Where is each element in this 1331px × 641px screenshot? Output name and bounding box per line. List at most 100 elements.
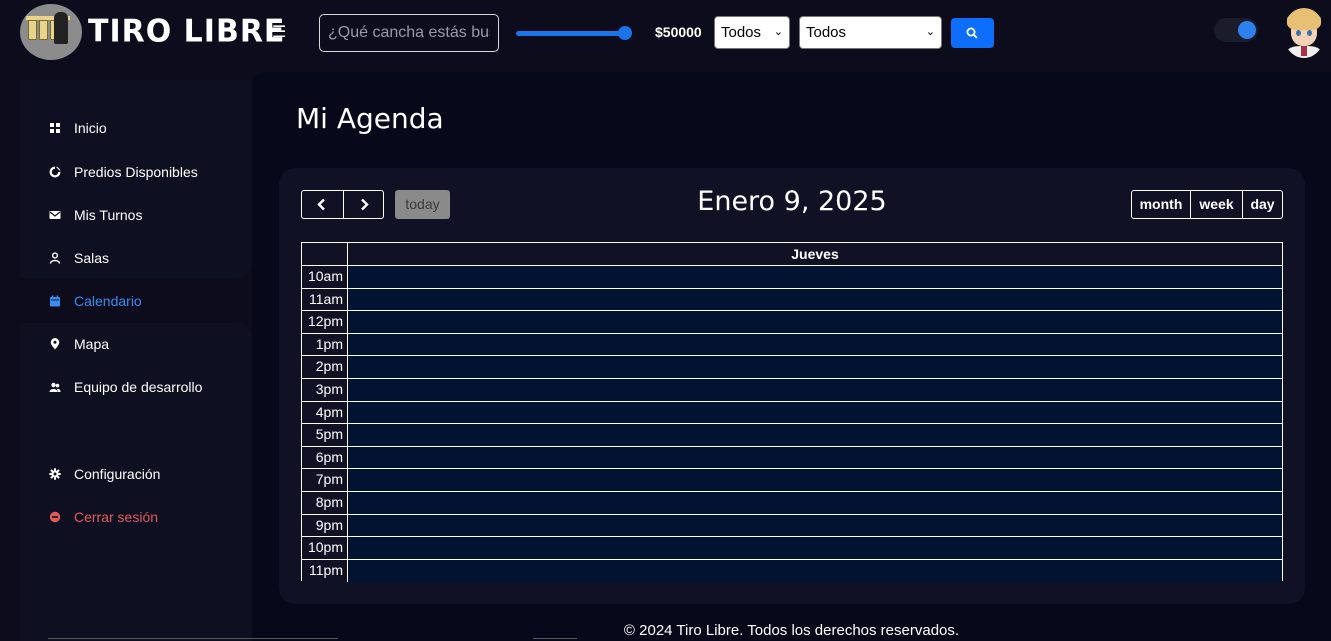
filter-select-one-value: Todos bbox=[721, 24, 762, 41]
sidebar-item-mis-turnos[interactable]: Mis Turnos bbox=[36, 197, 248, 233]
time-slot-label: 6pm bbox=[302, 446, 348, 469]
time-slot-label: 7pm bbox=[302, 469, 348, 491]
sidebar-item-inicio[interactable]: Inicio bbox=[36, 110, 248, 146]
time-slot-cell[interactable] bbox=[348, 537, 1282, 559]
time-slot-cell[interactable] bbox=[348, 311, 1282, 333]
main-content: Mi Agenda today Enero 9, 2025 month week… bbox=[252, 72, 1331, 641]
chevron-left-icon bbox=[317, 198, 325, 211]
calendar-nav-group bbox=[301, 190, 384, 219]
logo-player-silhouette bbox=[54, 12, 68, 44]
view-day-button[interactable]: day bbox=[1242, 191, 1282, 218]
calendar-view-switcher: month week day bbox=[1131, 190, 1283, 219]
next-button[interactable] bbox=[342, 191, 384, 218]
sidebar-item-calendario[interactable]: Calendario bbox=[36, 283, 248, 319]
time-slot-label: 12pm bbox=[302, 311, 348, 333]
time-slot-label: 9pm bbox=[302, 514, 348, 537]
search-input[interactable] bbox=[319, 14, 499, 52]
toggle-knob bbox=[1238, 21, 1256, 39]
hamburger-menu-icon[interactable]: ☰ bbox=[272, 22, 290, 44]
sidebar-item-predios[interactable]: Predios Disponibles bbox=[36, 154, 248, 190]
grid-header-row: Jueves bbox=[302, 243, 1282, 266]
sidebar-item-cerrar-sesion[interactable]: Cerrar sesión bbox=[36, 499, 248, 535]
time-slot-cell[interactable] bbox=[348, 559, 1282, 583]
sidebar-item-label: Mis Turnos bbox=[74, 207, 143, 223]
time-slot-row: 11pm bbox=[302, 559, 1282, 583]
brand-logo[interactable] bbox=[20, 4, 82, 60]
calendar-icon bbox=[50, 295, 60, 307]
time-slot-cell[interactable] bbox=[348, 469, 1282, 491]
sidebar-item-label: Predios Disponibles bbox=[74, 164, 198, 180]
time-slot-label: 3pm bbox=[302, 379, 348, 401]
top-header: TIRO LIBRE ☰ $50000 Todos ⌄ Todos ⌄ bbox=[0, 0, 1331, 68]
time-slot-row: 6pm bbox=[302, 446, 1282, 470]
footer-divider bbox=[48, 638, 338, 639]
time-slot-row: 2pm bbox=[302, 356, 1282, 379]
chevron-right-icon bbox=[360, 198, 369, 211]
avatar-hair bbox=[1287, 8, 1321, 30]
brand-name[interactable]: TIRO LIBRE bbox=[88, 13, 285, 50]
logo-goal-post bbox=[39, 20, 48, 40]
today-button[interactable]: today bbox=[395, 190, 450, 219]
time-slot-label: 11pm bbox=[302, 559, 348, 583]
time-slot-row: 7pm bbox=[302, 469, 1282, 492]
time-axis-header bbox=[302, 243, 348, 265]
search-icon bbox=[966, 27, 978, 39]
time-slot-cell[interactable] bbox=[348, 492, 1282, 514]
chevron-down-icon: ⌄ bbox=[773, 26, 783, 38]
time-slot-label: 11am bbox=[302, 288, 348, 311]
avatar-eye bbox=[1307, 30, 1312, 36]
time-slot-row: 11am bbox=[302, 288, 1282, 312]
time-slot-cell[interactable] bbox=[348, 333, 1282, 356]
time-slot-cell[interactable] bbox=[348, 379, 1282, 401]
grid-icon bbox=[50, 123, 60, 133]
time-slot-cell[interactable] bbox=[348, 288, 1282, 311]
sidebar-item-salas[interactable]: Salas bbox=[36, 240, 248, 276]
view-month-button[interactable]: month bbox=[1132, 191, 1190, 218]
sidebar-item-label: Configuración bbox=[74, 466, 161, 482]
sidebar-item-mapa[interactable]: Mapa bbox=[36, 326, 248, 362]
footer-divider bbox=[533, 638, 577, 639]
sidebar: Inicio Predios Disponibles Mis Turnos Sa… bbox=[0, 68, 252, 641]
sidebar-item-label: Calendario bbox=[74, 293, 142, 309]
time-slot-cell[interactable] bbox=[348, 401, 1282, 424]
slider-track bbox=[516, 31, 626, 36]
sidebar-item-label: Equipo de desarrollo bbox=[74, 379, 203, 395]
time-slot-row: 5pm bbox=[302, 424, 1282, 447]
slider-thumb[interactable] bbox=[618, 26, 632, 40]
sidebar-item-label: Salas bbox=[74, 250, 110, 266]
user-icon bbox=[49, 252, 61, 264]
map-pin-icon bbox=[50, 338, 60, 350]
user-avatar[interactable] bbox=[1283, 8, 1325, 58]
time-slot-row: 12pm bbox=[302, 311, 1282, 334]
logout-icon bbox=[49, 511, 61, 523]
price-range-slider[interactable] bbox=[516, 26, 634, 40]
filter-select-two[interactable]: Todos ⌄ bbox=[799, 16, 942, 49]
sidebar-item-label: Mapa bbox=[74, 336, 110, 352]
time-slot-row: 8pm bbox=[302, 492, 1282, 515]
time-slot-label: 10am bbox=[302, 266, 348, 288]
avatar-eye bbox=[1296, 30, 1301, 36]
time-slot-row: 1pm bbox=[302, 333, 1282, 357]
day-time-grid: Jueves 10am 11am 12pm 1pm 2pm 3pm 4pm 5pm 6pm 7pm… bbox=[301, 242, 1283, 583]
chevron-down-icon: ⌄ bbox=[925, 26, 935, 38]
time-slot-cell[interactable] bbox=[348, 514, 1282, 537]
theme-toggle[interactable] bbox=[1214, 18, 1258, 42]
search-button[interactable] bbox=[951, 18, 994, 48]
time-slot-row: 3pm bbox=[302, 379, 1282, 402]
time-slot-label: 5pm bbox=[302, 424, 348, 446]
price-value: $50000 bbox=[655, 24, 702, 40]
time-slot-cell[interactable] bbox=[348, 446, 1282, 469]
time-slot-row: 4pm bbox=[302, 401, 1282, 425]
logo-goal-post bbox=[28, 20, 37, 40]
time-slot-cell[interactable] bbox=[348, 266, 1282, 288]
prev-button[interactable] bbox=[302, 191, 343, 218]
time-slot-cell[interactable] bbox=[348, 424, 1282, 446]
time-slot-label: 10pm bbox=[302, 537, 348, 559]
time-slot-row: 9pm bbox=[302, 514, 1282, 538]
team-icon bbox=[49, 382, 61, 392]
filter-select-one[interactable]: Todos ⌄ bbox=[714, 16, 790, 49]
time-slot-cell[interactable] bbox=[348, 356, 1282, 378]
sidebar-item-equipo[interactable]: Equipo de desarrollo bbox=[36, 369, 248, 405]
sidebar-item-configuracion[interactable]: Configuración bbox=[36, 456, 248, 492]
view-week-button[interactable]: week bbox=[1190, 191, 1242, 218]
